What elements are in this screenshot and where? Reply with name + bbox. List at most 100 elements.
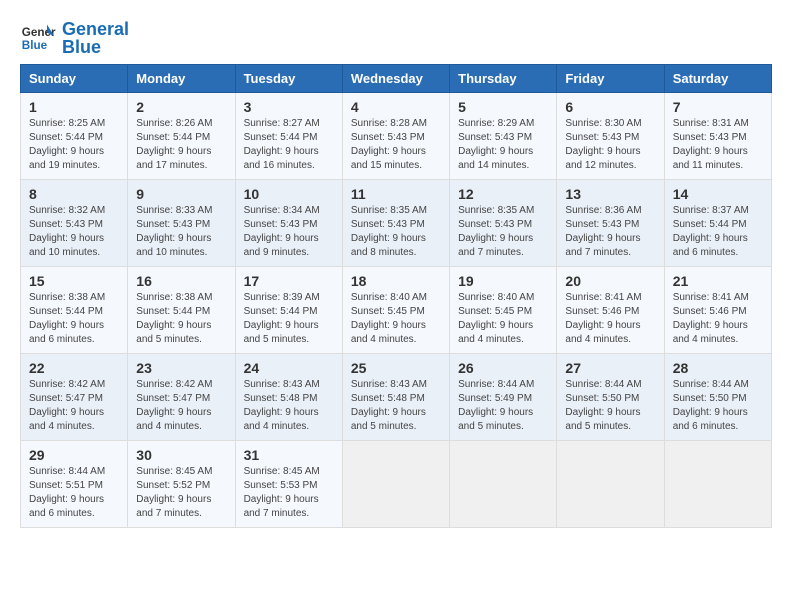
day-number: 6 [565,99,655,115]
day-number: 21 [673,273,763,289]
day-number: 22 [29,360,119,376]
day-number: 7 [673,99,763,115]
cell-content: Sunrise: 8:40 AM Sunset: 5:45 PM Dayligh… [458,291,548,347]
calendar-cell: 1 Sunrise: 8:25 AM Sunset: 5:44 PM Dayli… [21,93,128,180]
day-number: 4 [351,99,441,115]
calendar-cell: 21 Sunrise: 8:41 AM Sunset: 5:46 PM Dayl… [664,267,771,354]
cell-content: Sunrise: 8:40 AM Sunset: 5:45 PM Dayligh… [351,291,441,347]
day-number: 28 [673,360,763,376]
calendar-cell: 24 Sunrise: 8:43 AM Sunset: 5:48 PM Dayl… [235,354,342,441]
day-number: 24 [244,360,334,376]
day-number: 13 [565,186,655,202]
calendar-cell: 16 Sunrise: 8:38 AM Sunset: 5:44 PM Dayl… [128,267,235,354]
header-wednesday: Wednesday [342,65,449,93]
day-number: 29 [29,447,119,463]
cell-content: Sunrise: 8:34 AM Sunset: 5:43 PM Dayligh… [244,204,334,260]
calendar-cell: 26 Sunrise: 8:44 AM Sunset: 5:49 PM Dayl… [450,354,557,441]
week-row-4: 22 Sunrise: 8:42 AM Sunset: 5:47 PM Dayl… [21,354,772,441]
svg-text:Blue: Blue [22,39,48,52]
cell-content: Sunrise: 8:38 AM Sunset: 5:44 PM Dayligh… [136,291,226,347]
day-number: 2 [136,99,226,115]
day-number: 12 [458,186,548,202]
cell-content: Sunrise: 8:30 AM Sunset: 5:43 PM Dayligh… [565,117,655,173]
day-number: 10 [244,186,334,202]
cell-content: Sunrise: 8:44 AM Sunset: 5:50 PM Dayligh… [565,378,655,434]
day-number: 17 [244,273,334,289]
cell-content: Sunrise: 8:35 AM Sunset: 5:43 PM Dayligh… [458,204,548,260]
cell-content: Sunrise: 8:45 AM Sunset: 5:53 PM Dayligh… [244,465,334,521]
week-row-5: 29 Sunrise: 8:44 AM Sunset: 5:51 PM Dayl… [21,441,772,528]
cell-content: Sunrise: 8:41 AM Sunset: 5:46 PM Dayligh… [565,291,655,347]
header-tuesday: Tuesday [235,65,342,93]
calendar-cell: 25 Sunrise: 8:43 AM Sunset: 5:48 PM Dayl… [342,354,449,441]
calendar-cell: 2 Sunrise: 8:26 AM Sunset: 5:44 PM Dayli… [128,93,235,180]
calendar-cell: 20 Sunrise: 8:41 AM Sunset: 5:46 PM Dayl… [557,267,664,354]
cell-content: Sunrise: 8:43 AM Sunset: 5:48 PM Dayligh… [244,378,334,434]
day-number: 1 [29,99,119,115]
day-number: 23 [136,360,226,376]
header-sunday: Sunday [21,65,128,93]
cell-content: Sunrise: 8:29 AM Sunset: 5:43 PM Dayligh… [458,117,548,173]
day-number: 11 [351,186,441,202]
calendar-cell: 28 Sunrise: 8:44 AM Sunset: 5:50 PM Dayl… [664,354,771,441]
calendar-cell: 13 Sunrise: 8:36 AM Sunset: 5:43 PM Dayl… [557,180,664,267]
page-header: General Blue GeneralBlue [20,20,772,56]
day-number: 31 [244,447,334,463]
calendar-cell: 7 Sunrise: 8:31 AM Sunset: 5:43 PM Dayli… [664,93,771,180]
day-number: 27 [565,360,655,376]
calendar-cell [664,441,771,528]
cell-content: Sunrise: 8:44 AM Sunset: 5:50 PM Dayligh… [673,378,763,434]
calendar-cell [342,441,449,528]
day-number: 5 [458,99,548,115]
cell-content: Sunrise: 8:28 AM Sunset: 5:43 PM Dayligh… [351,117,441,173]
day-number: 14 [673,186,763,202]
logo-wordmark: GeneralBlue [62,20,129,56]
cell-content: Sunrise: 8:26 AM Sunset: 5:44 PM Dayligh… [136,117,226,173]
calendar-cell: 29 Sunrise: 8:44 AM Sunset: 5:51 PM Dayl… [21,441,128,528]
header-friday: Friday [557,65,664,93]
calendar-cell [557,441,664,528]
cell-content: Sunrise: 8:45 AM Sunset: 5:52 PM Dayligh… [136,465,226,521]
calendar-header: SundayMondayTuesdayWednesdayThursdayFrid… [21,65,772,93]
calendar-cell: 17 Sunrise: 8:39 AM Sunset: 5:44 PM Dayl… [235,267,342,354]
day-number: 26 [458,360,548,376]
day-number: 19 [458,273,548,289]
cell-content: Sunrise: 8:42 AM Sunset: 5:47 PM Dayligh… [136,378,226,434]
day-number: 20 [565,273,655,289]
cell-content: Sunrise: 8:33 AM Sunset: 5:43 PM Dayligh… [136,204,226,260]
cell-content: Sunrise: 8:32 AM Sunset: 5:43 PM Dayligh… [29,204,119,260]
cell-content: Sunrise: 8:36 AM Sunset: 5:43 PM Dayligh… [565,204,655,260]
calendar-cell: 4 Sunrise: 8:28 AM Sunset: 5:43 PM Dayli… [342,93,449,180]
header-saturday: Saturday [664,65,771,93]
calendar-cell: 3 Sunrise: 8:27 AM Sunset: 5:44 PM Dayli… [235,93,342,180]
cell-content: Sunrise: 8:35 AM Sunset: 5:43 PM Dayligh… [351,204,441,260]
day-number: 8 [29,186,119,202]
calendar-cell: 10 Sunrise: 8:34 AM Sunset: 5:43 PM Dayl… [235,180,342,267]
cell-content: Sunrise: 8:44 AM Sunset: 5:51 PM Dayligh… [29,465,119,521]
day-number: 3 [244,99,334,115]
calendar-cell: 22 Sunrise: 8:42 AM Sunset: 5:47 PM Dayl… [21,354,128,441]
calendar-cell: 8 Sunrise: 8:32 AM Sunset: 5:43 PM Dayli… [21,180,128,267]
cell-content: Sunrise: 8:25 AM Sunset: 5:44 PM Dayligh… [29,117,119,173]
cell-content: Sunrise: 8:27 AM Sunset: 5:44 PM Dayligh… [244,117,334,173]
day-number: 30 [136,447,226,463]
cell-content: Sunrise: 8:43 AM Sunset: 5:48 PM Dayligh… [351,378,441,434]
day-number: 18 [351,273,441,289]
cell-content: Sunrise: 8:44 AM Sunset: 5:49 PM Dayligh… [458,378,548,434]
day-number: 9 [136,186,226,202]
calendar-cell: 5 Sunrise: 8:29 AM Sunset: 5:43 PM Dayli… [450,93,557,180]
calendar-cell: 27 Sunrise: 8:44 AM Sunset: 5:50 PM Dayl… [557,354,664,441]
week-row-2: 8 Sunrise: 8:32 AM Sunset: 5:43 PM Dayli… [21,180,772,267]
calendar-cell: 30 Sunrise: 8:45 AM Sunset: 5:52 PM Dayl… [128,441,235,528]
calendar-cell: 11 Sunrise: 8:35 AM Sunset: 5:43 PM Dayl… [342,180,449,267]
logo-icon: General Blue [20,20,56,56]
calendar-cell: 6 Sunrise: 8:30 AM Sunset: 5:43 PM Dayli… [557,93,664,180]
cell-content: Sunrise: 8:39 AM Sunset: 5:44 PM Dayligh… [244,291,334,347]
cell-content: Sunrise: 8:31 AM Sunset: 5:43 PM Dayligh… [673,117,763,173]
calendar-cell: 14 Sunrise: 8:37 AM Sunset: 5:44 PM Dayl… [664,180,771,267]
calendar-cell: 12 Sunrise: 8:35 AM Sunset: 5:43 PM Dayl… [450,180,557,267]
cell-content: Sunrise: 8:37 AM Sunset: 5:44 PM Dayligh… [673,204,763,260]
calendar-cell [450,441,557,528]
calendar-cell: 15 Sunrise: 8:38 AM Sunset: 5:44 PM Dayl… [21,267,128,354]
cell-content: Sunrise: 8:41 AM Sunset: 5:46 PM Dayligh… [673,291,763,347]
